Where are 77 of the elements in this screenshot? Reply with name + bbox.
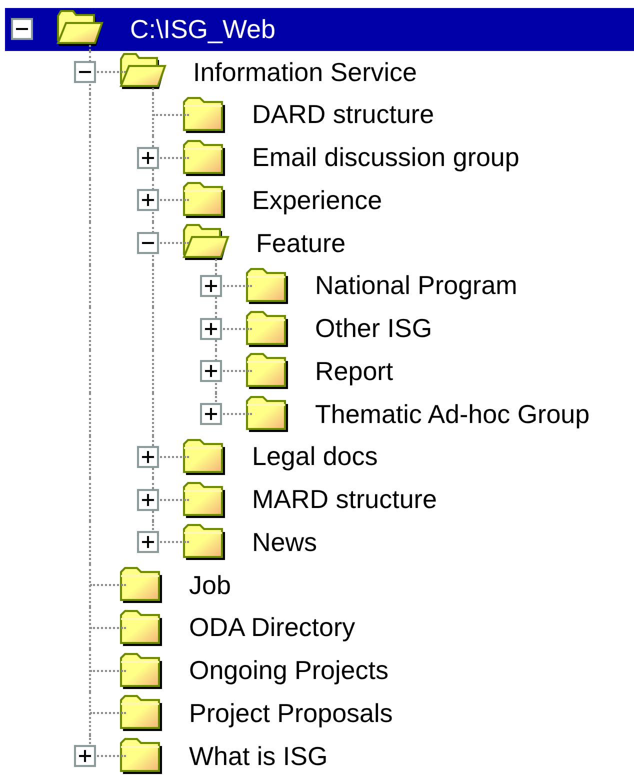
plus-icon [205,280,217,292]
item-label: Project Proposals [189,698,393,729]
folder-icon [182,96,226,134]
item-label: MARD structure [252,484,437,516]
folder-icon [119,566,163,604]
tree-item[interactable]: News [5,521,634,564]
folder-icon [245,352,289,390]
folder-icon [182,480,226,519]
item-label: Other ISG [315,313,432,344]
item-label: Information Service [193,56,417,88]
tree-item[interactable]: Email discussion group [5,136,634,179]
expand-button[interactable] [137,488,159,511]
folder-icon [119,694,163,732]
item-label: Ongoing Projects [189,655,388,686]
tree-item[interactable]: Job [5,564,634,606]
plus-icon [142,152,154,164]
item-label: National Program [315,270,518,302]
expand-button[interactable] [137,531,159,554]
item-label: Thematic Ad-hoc Group [315,398,590,430]
item-label: Feature [256,228,346,259]
item-label: ODA Directory [189,612,356,644]
expand-button[interactable] [200,318,222,340]
tree-item[interactable]: National Program [5,264,634,308]
item-label: DARD structure [252,99,434,130]
open-folder-icon [119,53,167,92]
tree-item[interactable]: MARD structure [5,478,634,521]
tree-item[interactable]: Information Service [5,50,634,94]
tree-item[interactable]: ODA Directory [5,606,634,650]
tree-item[interactable]: What is ISG [5,734,634,775]
tree-item[interactable]: Feature [5,222,634,264]
item-label: Experience [252,184,382,216]
folder-icon [182,138,226,177]
folder-icon [245,310,289,348]
tree-item[interactable]: Ongoing Projects [5,649,634,692]
folder-icon [245,266,289,305]
folder-icon [119,737,163,775]
tree-item[interactable]: Report [5,350,634,393]
tree-item[interactable]: Legal docs [5,436,634,478]
plus-icon [142,450,154,463]
tree-item[interactable]: Project Proposals [5,692,634,735]
plus-icon [205,408,217,420]
item-label: Job [189,570,231,601]
plus-icon [79,750,91,762]
tree-item[interactable]: Thematic Ad-hoc Group [5,392,634,436]
tree-item[interactable]: DARD structure [5,94,634,136]
plus-icon [205,365,217,378]
item-label: Report [315,356,394,387]
expand-button[interactable] [137,446,159,468]
plus-icon [142,494,154,506]
expand-button[interactable] [200,274,222,297]
folder-icon [119,608,163,647]
item-label: News [252,526,318,558]
open-folder-icon [182,224,230,262]
folder-icon [182,438,226,476]
expand-button[interactable] [137,146,159,169]
folder-icon [182,523,226,562]
item-label: C:\ISG_Web [130,14,276,45]
collapse-button[interactable] [137,232,159,254]
collapse-button[interactable] [74,61,96,84]
collapse-button[interactable] [11,18,33,40]
folder-icon [182,181,226,220]
tree-item[interactable]: C:\ISG_Web [5,8,634,51]
tree-item[interactable]: Other ISG [5,307,634,350]
item-label: Legal docs [252,441,378,472]
expand-button[interactable] [200,360,222,382]
tree-item[interactable]: Experience [5,179,634,222]
item-label: Email discussion group [252,142,520,174]
folder-icon [245,395,289,434]
expand-button[interactable] [137,189,159,212]
expand-button[interactable] [74,745,96,768]
expand-button[interactable] [200,403,222,426]
plus-icon [142,536,154,548]
item-label: What is ISG [189,740,328,772]
plus-icon [142,194,154,206]
plus-icon [205,322,217,335]
folder-icon [119,652,163,690]
open-folder-icon [56,10,104,48]
